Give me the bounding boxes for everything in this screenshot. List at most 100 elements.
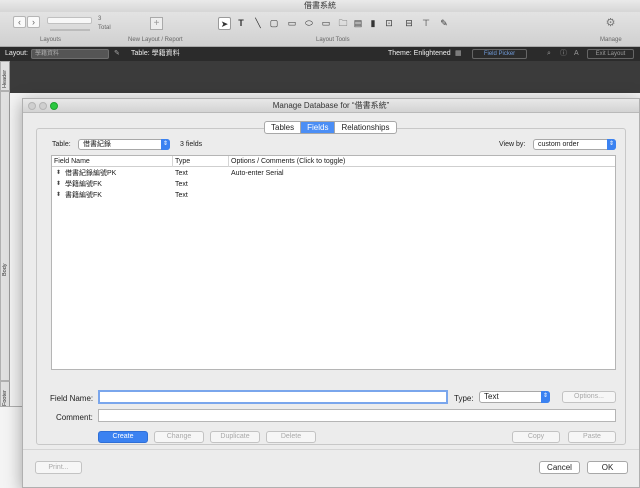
font-icon[interactable]: A: [574, 47, 579, 61]
close-window-icon[interactable]: [28, 102, 36, 110]
popover-tool[interactable]: ▭: [319, 17, 333, 30]
reorder-handle-icon[interactable]: ⬍: [56, 179, 61, 190]
portal-tool[interactable]: ▤: [352, 17, 364, 30]
table-row[interactable]: ⬍ 學籍編號FK Text: [52, 179, 615, 190]
theme-grid-icon[interactable]: ▦: [455, 47, 462, 61]
column-header-options[interactable]: Options / Comments (Click to toggle): [229, 156, 615, 167]
layout-label: Layout:: [5, 50, 28, 57]
table-row[interactable]: ⬍ 借書紀錄編號PK Text Auto-enter Serial: [52, 168, 615, 179]
reorder-handle-icon[interactable]: ⬍: [56, 190, 61, 201]
new-layout-button[interactable]: +: [150, 17, 163, 30]
table-selector-label: Table:: [52, 141, 71, 148]
chevron-updown-icon: ⇕: [541, 391, 550, 403]
exit-layout-button[interactable]: Exit Layout: [587, 49, 634, 59]
field-type-cell: Text: [175, 181, 188, 188]
info-icon[interactable]: ⓘ: [560, 47, 567, 61]
field-control-tool[interactable]: ⊟: [403, 17, 415, 30]
button-tool[interactable]: ⬭: [302, 17, 316, 30]
portal-icon: ▤: [353, 18, 363, 28]
pencil-icon[interactable]: ✎: [114, 47, 120, 61]
chart-tool[interactable]: ▮: [367, 17, 379, 30]
table-selector[interactable]: 借書紀錄 ⇕: [78, 139, 170, 150]
table-row[interactable]: ⬍ 書籍編號FK Text: [52, 190, 615, 201]
field-name-cell: 借書紀錄編號PK: [65, 170, 117, 177]
record-slider[interactable]: [50, 29, 90, 31]
layout-selector[interactable]: 學籍資料: [31, 49, 109, 59]
delete-button[interactable]: Delete: [266, 431, 316, 443]
delete-button-label: Delete: [280, 433, 302, 440]
insert-field-tool[interactable]: ⊤: [420, 17, 432, 30]
dialog-tab-bar: Tables Fields Relationships: [264, 121, 397, 134]
rectangle-tool[interactable]: ▢: [268, 17, 280, 30]
duplicate-button[interactable]: Duplicate: [210, 431, 260, 443]
web-viewer-icon: ⊡: [385, 18, 393, 28]
paste-button[interactable]: Paste: [568, 431, 616, 443]
part-tab-header[interactable]: Header: [0, 61, 10, 91]
toolbar: ‹ › 3 Total Layouts + New Layout / Repor…: [0, 12, 640, 47]
table-selector-value: 借書紀錄: [83, 141, 111, 148]
folder-icon: 🗀: [338, 18, 348, 28]
record-number-field[interactable]: [47, 17, 92, 24]
field-icon: ▭: [287, 18, 297, 28]
manage-button[interactable]: ⚙: [604, 17, 617, 30]
tab-control-tool[interactable]: 🗀: [336, 17, 350, 30]
layout-bar: Layout: 學籍資料 ✎ Table: 學籍資料 Theme: Enligh…: [0, 47, 640, 61]
next-record-button[interactable]: ›: [27, 16, 40, 28]
web-viewer-tool[interactable]: ⊡: [383, 17, 395, 30]
part-tab-body[interactable]: Body: [0, 91, 10, 381]
paintbrush-icon: ✎: [440, 18, 448, 28]
cancel-button-label: Cancel: [547, 463, 572, 472]
theme-label: Theme: Enlightened: [388, 50, 451, 57]
plus-icon: +: [153, 18, 160, 29]
tab-relationships[interactable]: Relationships: [335, 122, 395, 133]
header-part[interactable]: [10, 61, 640, 93]
field-picker-button[interactable]: Field Picker: [472, 49, 527, 59]
part-label-body: Body: [2, 263, 8, 276]
line-tool[interactable]: ╲: [252, 17, 264, 30]
line-icon: ╲: [255, 18, 261, 28]
insert-field-icon: ⊤: [422, 18, 430, 28]
fields-list[interactable]: Field Name Type Options / Comments (Clic…: [51, 155, 616, 370]
text-tool[interactable]: T: [235, 17, 247, 30]
cancel-button[interactable]: Cancel: [539, 461, 580, 474]
ok-button-label: OK: [601, 463, 614, 472]
view-by-value: custom order: [538, 141, 579, 148]
inspector-icon[interactable]: ⌕: [547, 47, 551, 61]
layout-tools-label: Layout Tools: [316, 37, 350, 43]
comment-input[interactable]: [98, 409, 616, 422]
type-selector-value: Text: [484, 392, 499, 401]
field-name-input[interactable]: [98, 390, 448, 404]
column-header-field-name[interactable]: Field Name: [52, 156, 173, 167]
view-by-selector[interactable]: custom order ⇕: [533, 139, 616, 150]
change-button[interactable]: Change: [154, 431, 204, 443]
print-button[interactable]: Print...: [35, 461, 82, 474]
exit-layout-label: Exit Layout: [595, 51, 626, 57]
reorder-handle-icon[interactable]: ⬍: [56, 168, 61, 179]
manage-database-dialog: Manage Database for “借書系統” Tables Fields…: [22, 98, 640, 488]
type-selector[interactable]: Text ⇕: [479, 391, 550, 403]
field-type-cell: Text: [175, 170, 188, 177]
create-button[interactable]: Create: [98, 431, 148, 443]
options-button[interactable]: Options...: [562, 391, 616, 403]
record-count: 3: [98, 16, 102, 22]
minimize-window-icon[interactable]: [39, 102, 47, 110]
field-tool[interactable]: ▭: [285, 17, 299, 30]
layout-selector-value: 學籍資料: [35, 51, 60, 57]
print-button-label: Print...: [48, 464, 69, 471]
layouts-label: Layouts: [40, 37, 62, 43]
copy-button[interactable]: Copy: [512, 431, 560, 443]
zoom-window-icon[interactable]: [50, 102, 58, 110]
column-header-type[interactable]: Type: [173, 156, 229, 167]
fields-count: 3 fields: [180, 141, 203, 148]
previous-record-button[interactable]: ‹: [13, 16, 26, 28]
ok-button[interactable]: OK: [587, 461, 628, 474]
part-tab-footer[interactable]: Footer: [0, 381, 10, 407]
format-painter-tool[interactable]: ✎: [438, 17, 450, 30]
comment-label: Comment:: [56, 413, 93, 422]
paste-button-label: Paste: [583, 433, 601, 440]
arrow-pointer-icon: ➤: [220, 19, 229, 29]
type-label: Type:: [454, 394, 474, 403]
tab-fields[interactable]: Fields: [301, 122, 336, 133]
tab-tables[interactable]: Tables: [265, 122, 302, 133]
pointer-tool[interactable]: ➤: [218, 17, 231, 30]
